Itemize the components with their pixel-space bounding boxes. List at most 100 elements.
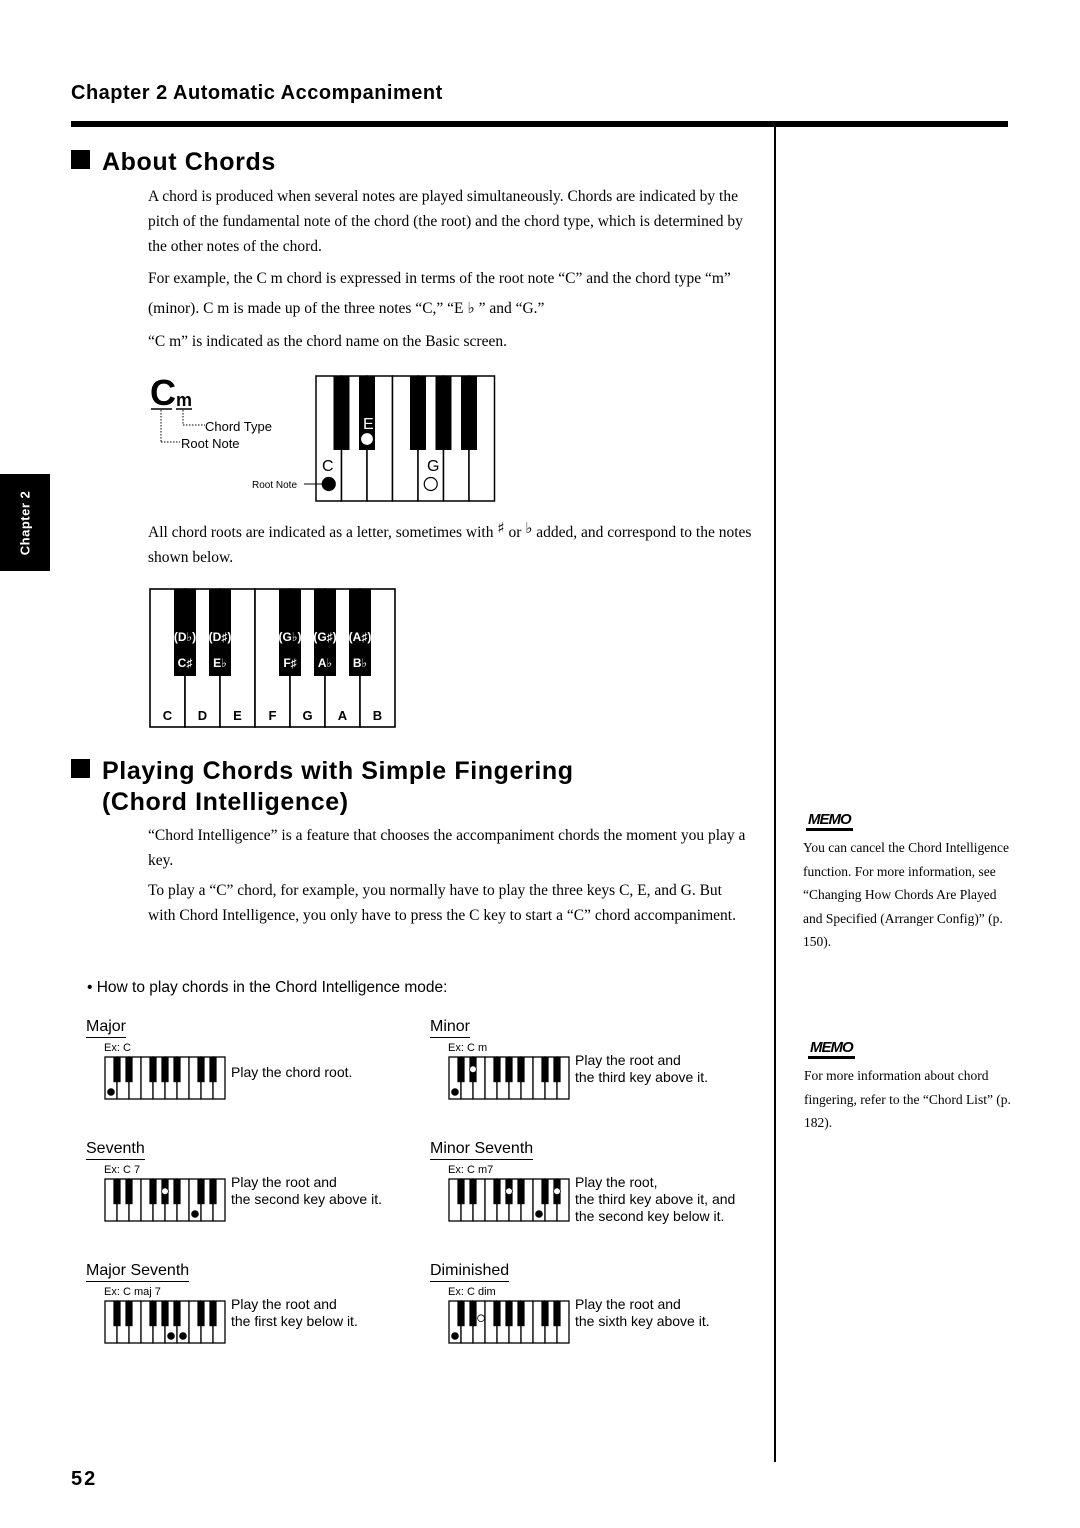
black-key: [517, 1179, 525, 1205]
chord-note-dot: [423, 476, 438, 492]
about-chords-body: A chord is produced when several notes a…: [148, 184, 753, 359]
white-key-label: D: [198, 708, 207, 723]
chapter-side-tab[interactable]: Chapter 2: [0, 474, 50, 571]
white-key-label: A: [338, 708, 348, 723]
black-key: [457, 1179, 465, 1205]
black-key-label: E♭: [213, 656, 227, 670]
chord-example: Ex: C m: [448, 1042, 488, 1054]
square-bullet-icon: [71, 150, 90, 169]
black-key: [149, 1057, 157, 1083]
memo-icon: MEMO: [806, 811, 853, 831]
chord-type-title: Seventh: [86, 1140, 145, 1160]
section-title-line1: Playing Chords with Simple Fingering: [102, 757, 574, 785]
black-key: [517, 1301, 525, 1327]
black-key-label: C♯: [178, 656, 193, 670]
white-key-label: B: [373, 708, 382, 723]
black-key: [125, 1301, 133, 1327]
flat-icon: ♭: [525, 519, 533, 537]
black-key: [209, 1301, 217, 1327]
black-key-alt-label: (G♭): [279, 630, 302, 644]
black-key-alt-label: (A♯): [349, 630, 372, 644]
roots-text-a: All chord roots are indicated as a lette…: [148, 524, 494, 541]
black-key: [333, 376, 350, 450]
square-bullet-icon: [71, 759, 90, 778]
black-key: [493, 1057, 501, 1083]
section-title-chord-intelligence: Playing Chords with Simple Fingering (Ch…: [71, 756, 574, 818]
black-key: [435, 376, 452, 450]
black-key: [209, 1179, 217, 1205]
black-key: [457, 1301, 465, 1327]
chord-instruction: the second key below it.: [575, 1208, 725, 1224]
note-names-keyboard: C D E F G A B (D♭) C♯ (D♯) E♭ (G♭) F♯ (G♯) A♭ (A♯) B♭: [149, 588, 396, 728]
white-key-label: F: [269, 708, 277, 723]
black-key: [125, 1179, 133, 1205]
chord-type-title: Minor: [430, 1018, 471, 1038]
mini-keyboard: [104, 1056, 226, 1100]
black-key: [469, 1179, 477, 1205]
black-key: [410, 376, 426, 450]
pressed-key-dot: [191, 1210, 199, 1218]
chord-instruction: the first key below it.: [231, 1313, 358, 1329]
mini-keyboard: [448, 1056, 570, 1100]
black-key: [505, 1301, 513, 1327]
chord-instruction: the third key above it, and: [575, 1191, 736, 1207]
black-key-alt-label: (G♯): [313, 630, 336, 644]
chord-example: Ex: C maj 7: [104, 1286, 161, 1298]
chapter-side-tab-label: Chapter 2: [17, 490, 33, 555]
pressed-key-dot: [451, 1088, 459, 1096]
black-key: [469, 1301, 477, 1327]
black-key: [161, 1301, 169, 1327]
pressed-key-dot: [535, 1210, 543, 1218]
black-key-label: B♭: [353, 656, 367, 670]
section-title-line2: (Chord Intelligence): [102, 788, 349, 816]
chord-instruction: Play the root and: [575, 1052, 681, 1068]
mini-keyboard: [448, 1178, 570, 1222]
mini-keyboard: [104, 1178, 226, 1222]
black-key-label: F♯: [283, 656, 296, 670]
chord-type-title: Major Seventh: [86, 1262, 190, 1282]
black-key: [149, 1179, 157, 1205]
chord-type-title: Diminished: [430, 1262, 510, 1282]
cm-keyboard-diagram: Root Note C E♭ G: [252, 375, 496, 502]
white-key-label: G: [302, 708, 312, 723]
chord-instruction: the sixth key above it.: [575, 1313, 710, 1329]
note-label-eflat: E♭: [363, 416, 381, 433]
paragraph: To play a “C” chord, for example, you no…: [148, 882, 736, 924]
black-key: [553, 1301, 561, 1327]
chord-note-dot: [321, 476, 336, 492]
black-key: [125, 1057, 133, 1083]
section-title-about-chords: About Chords: [71, 147, 276, 178]
black-key: [505, 1057, 513, 1083]
pressed-key-dot: [469, 1065, 477, 1073]
chord-example: Ex: C 7: [104, 1164, 141, 1176]
black-key: [541, 1179, 549, 1205]
black-key-alt-label: (D♯): [209, 630, 232, 644]
how-to-bullet: • How to play chords in the Chord Intell…: [87, 979, 448, 996]
black-key: [457, 1057, 465, 1083]
pressed-key-dot: [167, 1332, 175, 1340]
memo-text-1: You can cancel the Chord Intelligence fu…: [803, 840, 1009, 949]
sharp-icon: ♯: [497, 519, 505, 537]
white-key-label: C: [163, 708, 173, 723]
roots-paragraph: All chord roots are indicated as a lette…: [148, 516, 753, 570]
chord-instruction: Play the chord root.: [231, 1064, 353, 1080]
pressed-key-dot: [451, 1332, 459, 1340]
chord-instruction: Play the root and: [231, 1296, 337, 1312]
black-key: [173, 1179, 181, 1205]
chord-example: Ex: C: [104, 1042, 131, 1054]
header-rule: [71, 121, 1008, 127]
chord-instruction: Play the root and: [575, 1296, 681, 1312]
memo-icon-label: MEMO: [808, 1039, 855, 1059]
section-title-text: About Chords: [102, 148, 276, 176]
memo-icon-label: MEMO: [806, 811, 853, 831]
black-key: [113, 1179, 121, 1205]
paragraph: For example, the C m chord is expressed …: [148, 270, 731, 317]
chord-instruction: the second key above it.: [231, 1191, 382, 1207]
black-key-label: A♭: [318, 656, 332, 670]
black-key: [553, 1057, 561, 1083]
black-key: [209, 1057, 217, 1083]
paragraph: “Chord Intelligence” is a feature that c…: [148, 827, 746, 869]
column-divider: [774, 127, 776, 1462]
mini-keyboard: [448, 1300, 570, 1344]
note-label-g: G: [427, 458, 439, 475]
